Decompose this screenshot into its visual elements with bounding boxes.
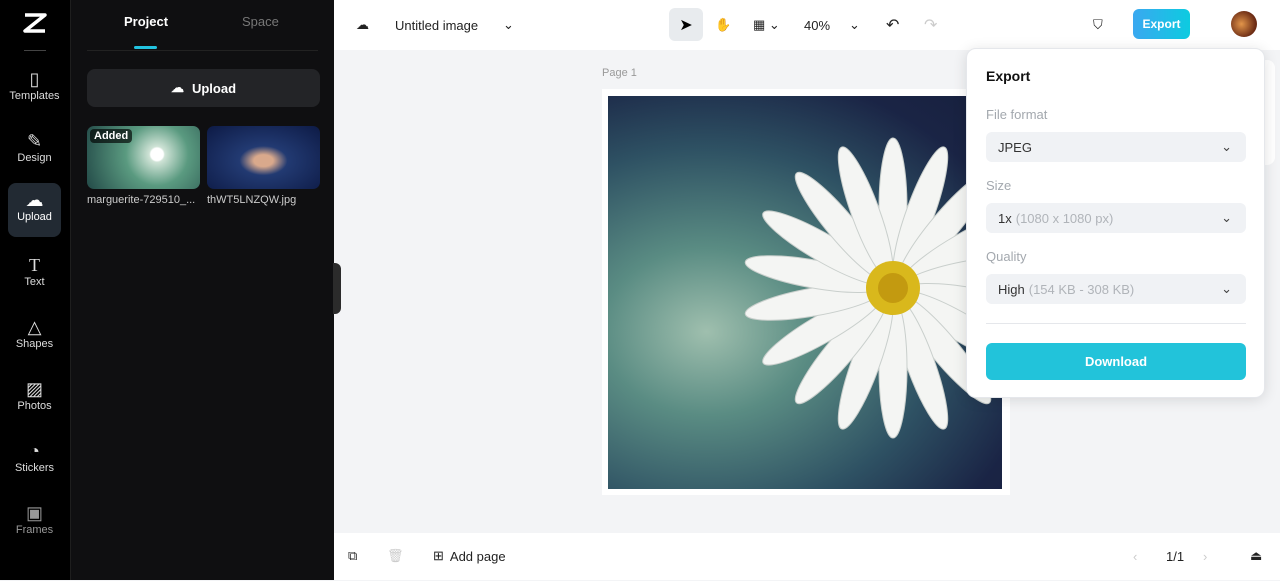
- zoom-level[interactable]: 40%: [804, 0, 830, 50]
- cloud-upload-icon: ☁: [25, 190, 44, 210]
- added-badge: Added: [90, 129, 133, 143]
- select-detail: (1080 x 1080 px): [1015, 210, 1114, 226]
- next-page-icon[interactable]: ›: [1203, 531, 1207, 581]
- select-detail: (154 KB - 308 KB): [1028, 281, 1135, 297]
- rail-item-shapes[interactable]: △ Shapes: [8, 310, 61, 364]
- rail-item-upload[interactable]: ☁ Upload: [8, 183, 61, 237]
- left-rail: ▯ Templates ✎ Design ☁ Upload T Text △ Shapes…: [0, 0, 70, 580]
- templates-icon: ▯: [29, 69, 40, 89]
- prev-page-icon[interactable]: ‹: [1133, 531, 1137, 581]
- rail-label: Design: [17, 152, 52, 164]
- chevron-down-icon: ⌄: [1221, 281, 1232, 296]
- document-title[interactable]: Untitled image: [395, 0, 478, 50]
- add-page-icon: ⊞: [433, 548, 444, 563]
- chevron-down-icon: ⌄: [1221, 139, 1232, 154]
- rail-label: Frames: [15, 524, 54, 536]
- upload-button[interactable]: ☁ Upload: [87, 69, 320, 107]
- rail-item-templates[interactable]: ▯ Templates: [8, 62, 61, 116]
- photo-icon: ▨: [25, 379, 43, 399]
- popup-title: Export: [986, 68, 1031, 84]
- file-name: thWT5LNZQW.jpg: [207, 194, 297, 206]
- undo-icon[interactable]: ↶: [886, 0, 899, 50]
- chevron-down-icon[interactable]: ⌄: [503, 0, 514, 50]
- tab-project[interactable]: Project: [124, 14, 168, 29]
- cloud-save-icon[interactable]: ☁: [356, 0, 369, 50]
- rail-label: Shapes: [15, 338, 54, 350]
- redo-icon[interactable]: ↷: [924, 0, 937, 50]
- file-format-label: File format: [986, 107, 1048, 122]
- layout-icon[interactable]: ▦ ⌄: [753, 0, 780, 50]
- size-label: Size: [986, 178, 1012, 193]
- rail-item-photos[interactable]: ▨ Photos: [8, 372, 61, 426]
- select-value: 1x: [998, 210, 1012, 226]
- tab-space[interactable]: Space: [242, 14, 279, 29]
- select-tool-button[interactable]: ➤: [669, 8, 703, 41]
- hand-tool-icon[interactable]: ✋: [715, 0, 731, 50]
- frame-icon: ▣: [25, 503, 43, 523]
- avatar[interactable]: [1231, 11, 1257, 37]
- divider: [87, 50, 318, 51]
- export-popup: Export File format JPEG ⌄ Size 1x (1080 x …: [966, 48, 1265, 398]
- sticker-icon: ◔: [29, 441, 40, 461]
- duplicate-page-icon[interactable]: ⧉: [348, 531, 357, 581]
- text-icon: T: [29, 255, 40, 275]
- file-format-select[interactable]: JPEG ⌄: [986, 132, 1246, 162]
- project-panel: Project Space ☁ Upload Added marguerite-7…: [70, 0, 334, 580]
- side-panel-edge: [1265, 60, 1275, 165]
- rail-label: Upload: [17, 211, 52, 223]
- select-value: JPEG: [998, 139, 1032, 155]
- trash-icon[interactable]: 🗑: [387, 531, 404, 581]
- quality-select[interactable]: High (154 KB - 308 KB) ⌄: [986, 274, 1246, 304]
- add-page-button[interactable]: ⊞ Add page: [433, 531, 506, 581]
- upload-label: Upload: [191, 80, 237, 96]
- rail-item-stickers[interactable]: ◔ Stickers: [8, 434, 61, 488]
- cursor-icon: ➤: [679, 16, 693, 34]
- file-thumbnail-daisy[interactable]: Added: [87, 126, 200, 189]
- rail-label: Stickers: [14, 462, 55, 474]
- download-button[interactable]: Download: [986, 343, 1246, 380]
- file-thumbnail-person[interactable]: [207, 126, 320, 189]
- select-value: High: [998, 281, 1025, 297]
- capcut-logo-icon[interactable]: [22, 12, 48, 36]
- active-tab-indicator: [134, 46, 157, 49]
- page-label: Page 1: [602, 67, 637, 79]
- page-counter: 1/1: [1166, 548, 1185, 564]
- rail-item-frames[interactable]: ▣ Frames: [8, 496, 61, 550]
- zoom-chevron-icon[interactable]: ⌄: [849, 0, 860, 50]
- divider: [986, 323, 1246, 324]
- shapes-icon: △: [27, 317, 42, 337]
- export-button[interactable]: Export: [1133, 9, 1190, 39]
- size-select[interactable]: 1x (1080 x 1080 px) ⌄: [986, 203, 1246, 233]
- rail-label: Photos: [17, 400, 52, 412]
- shield-check-icon[interactable]: ⛉: [1093, 0, 1103, 50]
- rail-label: Text: [24, 276, 45, 288]
- add-page-label: Add page: [449, 548, 506, 564]
- rail-label: Templates: [9, 90, 60, 102]
- cloud-upload-icon: ☁: [170, 80, 184, 95]
- file-name: marguerite-729510_...: [87, 194, 196, 206]
- page-manager-icon[interactable]: ⏏: [1250, 531, 1262, 581]
- design-icon: ✎: [26, 131, 43, 151]
- divider: [24, 50, 46, 51]
- rail-item-design[interactable]: ✎ Design: [8, 124, 61, 178]
- collapse-panel-handle[interactable]: [333, 263, 341, 314]
- quality-label: Quality: [986, 249, 1027, 264]
- chevron-down-icon: ⌄: [1221, 210, 1232, 225]
- daisy-image[interactable]: [608, 96, 1002, 489]
- rail-item-text[interactable]: T Text: [8, 248, 61, 302]
